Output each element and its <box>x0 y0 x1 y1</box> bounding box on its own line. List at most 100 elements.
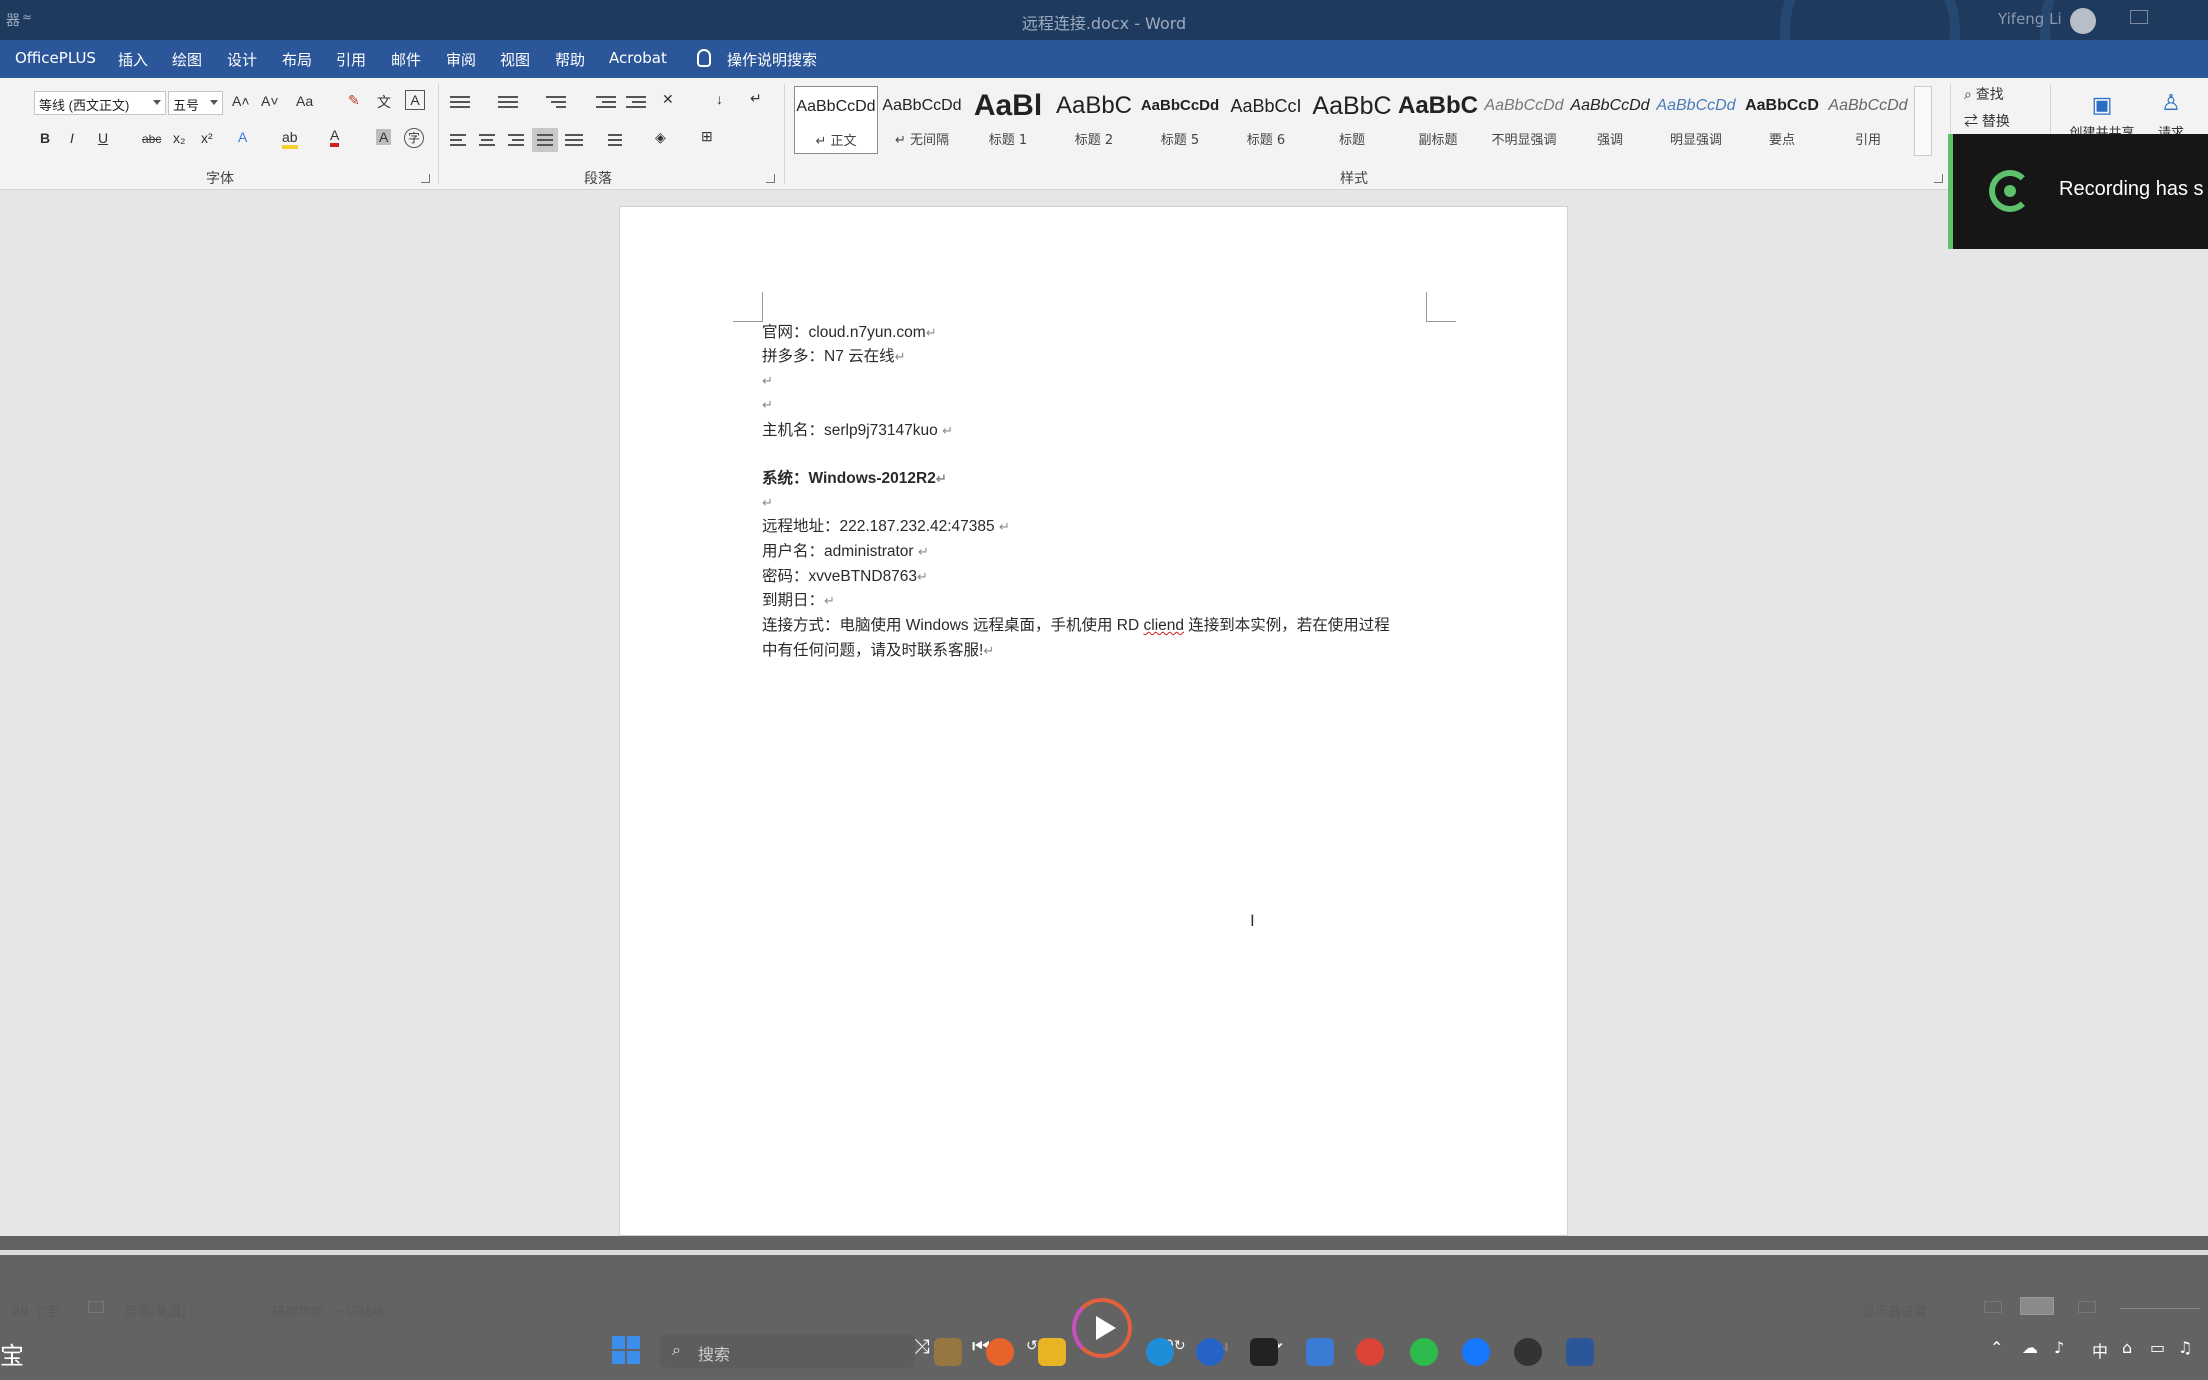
enclose-characters-icon[interactable]: 字 <box>404 128 424 148</box>
document-page[interactable]: 官网：cloud.n7yun.com↵ 拼多多：N7 云在线↵ ↵ ↵ 主机名：… <box>619 206 1568 1236</box>
tab-review[interactable]: 审阅 <box>446 49 476 70</box>
qq-icon[interactable] <box>1514 1338 1542 1366</box>
edge-icon[interactable] <box>1146 1338 1174 1366</box>
line-spacing-icon[interactable] <box>602 132 622 148</box>
style-quote[interactable]: AaBbCcDd 引用 <box>1826 86 1910 154</box>
ime-mode-icon[interactable]: ⌂ <box>2122 1338 2132 1357</box>
wechat-icon[interactable] <box>1410 1338 1438 1366</box>
doc-paragraph[interactable]: 主机名：serlp9j73147kuo ↵ <box>762 419 953 443</box>
tab-officeplus[interactable]: OfficePLUS <box>15 49 96 67</box>
character-shading-icon[interactable]: A <box>376 129 392 145</box>
bold-button[interactable]: B <box>40 130 50 146</box>
proofing-icon[interactable] <box>88 1301 104 1313</box>
shrink-font-button[interactable]: A˅ <box>261 93 279 109</box>
font-dialog-launcher-icon[interactable] <box>421 174 430 183</box>
ime-indicator[interactable]: 中 <box>2092 1338 2108 1362</box>
tab-design[interactable]: 设计 <box>227 49 257 70</box>
numbering-icon[interactable] <box>498 94 518 110</box>
font-color-icon[interactable]: A <box>330 127 340 147</box>
sort-icon[interactable]: ↓ <box>716 91 723 107</box>
text-effects-icon[interactable]: A <box>238 129 247 145</box>
web-layout-icon[interactable] <box>2078 1301 2096 1313</box>
replace-button[interactable]: ⇄ 替换 <box>1964 111 2010 131</box>
show-marks-icon[interactable]: ↵ <box>750 90 762 107</box>
volume-icon[interactable]: ♫ <box>2178 1338 2192 1357</box>
doc-paragraph[interactable]: 密码：xvveBTND8763↵ <box>762 565 928 589</box>
phonetic-guide-icon[interactable]: 文 <box>377 92 391 112</box>
tab-draw[interactable]: 绘图 <box>172 49 202 70</box>
style-intense-emphasis[interactable]: AaBbCcDd 明显强调 <box>1654 86 1738 154</box>
doc-paragraph[interactable]: 中有任何问题，请及时联系客服!↵ <box>762 639 994 663</box>
grow-font-button[interactable]: A˄ <box>232 93 250 109</box>
highlight-color-icon[interactable]: ab <box>282 129 298 149</box>
superscript-button[interactable]: x² <box>201 130 213 146</box>
style-title[interactable]: AaBbC 标题 <box>1310 86 1394 154</box>
feishu-icon[interactable] <box>1306 1338 1334 1366</box>
increase-indent-icon[interactable] <box>626 94 646 110</box>
word-icon[interactable] <box>1566 1338 1594 1366</box>
style-heading-2[interactable]: AaBbC 标题 2 <box>1052 86 1136 154</box>
style-no-spacing[interactable]: AaBbCcDd ↵ 无间隔 <box>880 86 964 154</box>
font-size-combo[interactable]: 五号 <box>168 91 223 115</box>
misspelled-word[interactable]: cliend <box>1144 617 1185 634</box>
style-heading-5[interactable]: AaBbCcDd 标题 5 <box>1138 86 1222 154</box>
character-border-icon[interactable]: A <box>405 90 425 110</box>
shading-icon[interactable]: ◈ <box>655 129 666 146</box>
multilevel-list-icon[interactable] <box>546 94 566 110</box>
recording-notification[interactable]: Recording has s <box>1948 134 2208 249</box>
strikethrough-button[interactable]: abc <box>142 132 161 146</box>
doc-paragraph[interactable]: ↵ <box>762 491 773 515</box>
decrease-indent-icon[interactable] <box>596 94 616 110</box>
language-indicator[interactable]: 英语(美国) <box>124 1301 186 1320</box>
style-emphasis[interactable]: AaBbCcDd 强调 <box>1568 86 1652 154</box>
tab-acrobat[interactable]: Acrobat <box>609 49 667 67</box>
borders-icon[interactable]: ⊞ <box>701 128 713 145</box>
tab-references[interactable]: 引用 <box>336 49 366 70</box>
tab-help[interactable]: 帮助 <box>555 49 585 70</box>
user-name[interactable]: Yifeng Li <box>1998 10 2062 28</box>
style-heading-1[interactable]: AaBl 标题 1 <box>966 86 1050 154</box>
request-icon[interactable]: ♙ <box>2146 90 2196 116</box>
read-mode-icon[interactable] <box>1984 1301 2002 1313</box>
style-subtitle[interactable]: AaBbC 副标题 <box>1396 86 1480 154</box>
create-share-icon[interactable]: ▣ <box>2064 92 2140 118</box>
playback-progress-bar[interactable] <box>0 1250 2208 1255</box>
taskbar-search[interactable]: ⌕ 搜索 <box>660 1334 915 1368</box>
style-gallery-scroll[interactable] <box>1914 86 1932 156</box>
style-subtle-emphasis[interactable]: AaBbCcDd 不明显强调 <box>1482 86 1566 154</box>
distributed-icon[interactable] <box>565 132 585 148</box>
align-left-icon[interactable] <box>450 132 470 148</box>
print-layout-icon[interactable] <box>2020 1297 2054 1315</box>
tell-me-search[interactable]: 操作说明搜索 <box>727 49 817 70</box>
avatar[interactable] <box>2070 8 2096 34</box>
doc-paragraph[interactable]: 连接方式：电脑使用 Windows 远程桌面，手机使用 RD cliend 连接… <box>762 614 1390 638</box>
app-k-icon[interactable] <box>1196 1338 1224 1366</box>
network-icon[interactable]: ▭ <box>2150 1338 2165 1357</box>
style-heading-6[interactable]: AaBbCcI 标题 6 <box>1224 86 1308 154</box>
justify-icon[interactable] <box>532 128 558 152</box>
tab-mailings[interactable]: 邮件 <box>391 49 421 70</box>
align-center-icon[interactable] <box>479 132 499 148</box>
doc-paragraph[interactable]: 拼多多：N7 云在线↵ <box>762 345 906 369</box>
doc-paragraph[interactable]: 到期日：↵ <box>762 589 835 613</box>
accessibility-status[interactable]: 辅助功能: 一切就绪 <box>272 1301 385 1320</box>
doc-paragraph[interactable]: 官网：cloud.n7yun.com↵ <box>762 321 937 345</box>
doc-paragraph[interactable]: 远程地址：222.187.232.42:47385 ↵ <box>762 515 1010 539</box>
align-right-icon[interactable] <box>508 132 528 148</box>
zoom-slider[interactable] <box>2120 1308 2200 1309</box>
style-strong[interactable]: AaBbCcD 要点 <box>1740 86 1824 154</box>
tab-insert[interactable]: 插入 <box>118 49 148 70</box>
app-icon[interactable] <box>934 1338 962 1366</box>
play-button[interactable] <box>1072 1298 1132 1358</box>
doc-paragraph[interactable]: ↵ <box>762 393 773 417</box>
font-name-combo[interactable]: 等线 (西文正文) <box>34 91 166 115</box>
doc-paragraph[interactable]: 系统：Windows-2012R2↵ <box>762 467 947 491</box>
chat-app-icon[interactable] <box>1462 1338 1490 1366</box>
chrome-icon[interactable] <box>1356 1338 1384 1366</box>
microphone-icon[interactable]: ♪ <box>2054 1338 2064 1357</box>
subscript-button[interactable]: x₂ <box>173 130 185 146</box>
tab-layout[interactable]: 布局 <box>282 49 312 70</box>
firefox-icon[interactable] <box>986 1338 1014 1366</box>
shuffle-icon[interactable]: ⤨ <box>914 1334 930 1358</box>
word-count[interactable]: 89 个字 <box>12 1301 59 1320</box>
